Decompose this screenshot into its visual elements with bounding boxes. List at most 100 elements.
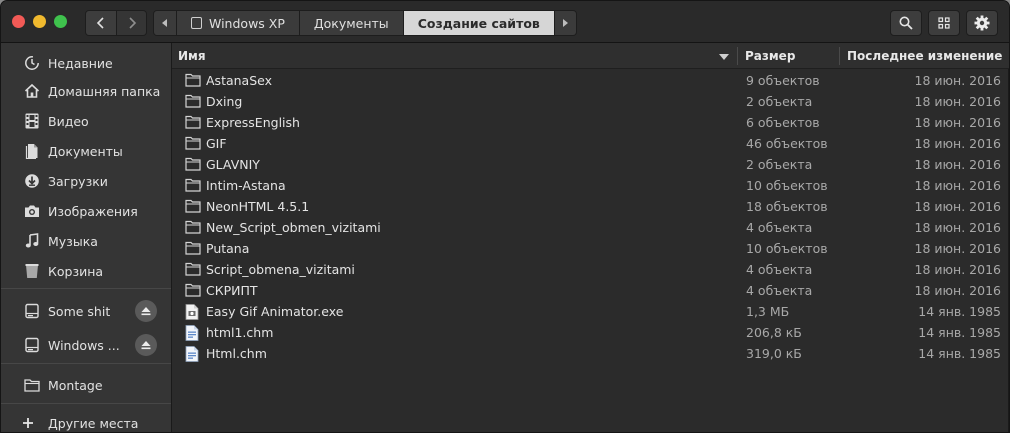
sidebar-separator [1,403,171,404]
file-size: 206,8 кБ [746,325,802,340]
sidebar-item-home[interactable]: Домашняя папка [1,77,171,105]
file-size: 46 объектов [746,136,828,151]
file-row[interactable]: NeonHTML 4.5.1 18 объектов 18 июн. 2016 [172,196,1009,217]
file-modified: 18 июн. 2016 [914,94,1001,109]
drive-icon [191,17,202,29]
sidebar-item-device-some-shit[interactable]: Some shit [1,297,171,325]
file-size: 9 объектов [746,73,820,88]
column-separator[interactable] [839,47,840,65]
column-separator[interactable] [737,47,738,65]
sidebar-item-downloads[interactable]: Загрузки [1,167,171,195]
file-row[interactable]: ExpressEnglish 6 объектов 18 июн. 2016 [172,112,1009,133]
file-manager-window: Windows XP Документы Создание сайтов Нед… [0,0,1010,433]
camera-icon [23,202,41,220]
file-modified: 18 июн. 2016 [914,157,1001,172]
executable-file-icon [185,304,201,320]
file-row[interactable]: GIF 46 объектов 18 июн. 2016 [172,133,1009,154]
sidebar-item-other-locations[interactable]: Другие места [1,409,171,432]
clock-icon [23,54,41,72]
folder-icon [185,157,201,172]
file-row[interactable]: GLAVNIY 2 объекта 18 июн. 2016 [172,154,1009,175]
file-row[interactable]: Html.chm 319,0 кБ 14 янв. 1985 [172,343,1009,364]
window-edge [1008,69,1009,432]
close-window-button[interactable] [12,15,25,28]
sidebar: Недавние Домашняя папка Видео Документы [1,43,172,432]
file-size: 10 объектов [746,178,828,193]
file-row[interactable]: Intim-Astana 10 объектов 18 июн. 2016 [172,175,1009,196]
forward-button[interactable] [116,11,146,35]
file-size: 4 объекта [746,262,813,277]
file-size: 10 объектов [746,241,828,256]
path-crumb-documents[interactable]: Документы [298,11,403,35]
path-scroll-right-button[interactable] [553,11,576,35]
file-name: AstanaSex [206,73,273,88]
file-modified: 18 июн. 2016 [914,199,1001,214]
file-modified: 18 июн. 2016 [914,220,1001,235]
file-size: 4 объекта [746,283,813,298]
path-scroll-left-button[interactable] [154,11,176,35]
menu-button[interactable] [966,10,998,36]
file-row[interactable]: html1.chm 206,8 кБ 14 янв. 1985 [172,322,1009,343]
eject-button[interactable] [135,334,157,356]
column-header-modified[interactable]: Последнее изменение [847,49,1002,63]
file-size: 18 объектов [746,199,828,214]
file-row[interactable]: СКРИПТ 4 объекта 18 июн. 2016 [172,280,1009,301]
back-button[interactable] [86,11,116,35]
sidebar-item-recent[interactable]: Недавние [1,49,171,77]
file-row[interactable]: Easy Gif Animator.exe 1,3 МБ 14 янв. 1985 [172,301,1009,322]
sidebar-item-pictures[interactable]: Изображения [1,197,171,225]
sort-descending-icon[interactable] [719,54,729,60]
file-name: GIF [206,136,227,151]
eject-icon [141,341,151,350]
navigation-buttons [85,10,147,36]
triangle-left-icon [162,19,167,27]
triangle-right-icon [563,19,569,27]
file-name: Script_obmena_vizitami [206,262,355,277]
file-size: 2 объекта [746,94,813,109]
file-modified: 18 июн. 2016 [914,115,1001,130]
column-header-name[interactable]: Имя [178,49,206,63]
folder-icon [185,220,201,235]
minimize-window-button[interactable] [33,15,46,28]
file-modified: 18 июн. 2016 [914,136,1001,151]
path-crumb-windows-xp[interactable]: Windows XP [176,11,299,35]
column-header: Имя Размер Последнее изменение [172,43,1009,69]
file-name: СКРИПТ [206,283,258,298]
header-bar: Windows XP Документы Создание сайтов [1,1,1009,43]
music-icon [23,232,41,250]
file-row[interactable]: Dxing 2 объекта 18 июн. 2016 [172,91,1009,112]
file-modified: 18 июн. 2016 [914,241,1001,256]
view-toggle-button[interactable] [928,10,960,36]
file-list: Имя Размер Последнее изменение AstanaSex… [172,43,1009,432]
file-modified: 14 янв. 1985 [918,346,1001,361]
file-modified: 14 янв. 1985 [918,304,1001,319]
sidebar-item-device-windows[interactable]: Windows ... [1,331,171,359]
file-row[interactable]: New_Script_obmen_vizitami 4 объекта 18 июн… [172,217,1009,238]
file-size: 1,3 МБ [746,304,790,319]
file-name: Intim-Astana [206,178,286,193]
eject-button[interactable] [135,300,157,322]
sidebar-item-trash[interactable]: Корзина [1,257,171,285]
search-button[interactable] [890,10,922,36]
folder-icon [185,115,201,130]
file-row[interactable]: AstanaSex 9 объектов 18 июн. 2016 [172,70,1009,91]
path-crumb-current-folder[interactable]: Создание сайтов [402,11,554,35]
column-header-size[interactable]: Размер [745,49,795,63]
sidebar-item-network-montage[interactable]: Montage [1,371,171,399]
path-bar: Windows XP Документы Создание сайтов [153,10,577,36]
file-modified: 18 июн. 2016 [914,73,1001,88]
folder-icon [185,283,201,298]
file-name: Putana [206,241,250,256]
gear-icon [974,15,990,31]
sidebar-item-videos[interactable]: Видео [1,107,171,135]
file-size: 319,0 кБ [746,346,802,361]
file-row[interactable]: Putana 10 объектов 18 июн. 2016 [172,238,1009,259]
file-row[interactable]: Script_obmena_vizitami 4 объекта 18 июн. 2… [172,259,1009,280]
sidebar-item-documents[interactable]: Документы [1,137,171,165]
sidebar-item-music[interactable]: Музыка [1,227,171,255]
folder-icon [185,262,201,277]
file-name: Easy Gif Animator.exe [206,304,344,319]
file-name: New_Script_obmen_vizitami [206,220,381,235]
file-modified: 18 июн. 2016 [914,262,1001,277]
maximize-window-button[interactable] [54,15,67,28]
